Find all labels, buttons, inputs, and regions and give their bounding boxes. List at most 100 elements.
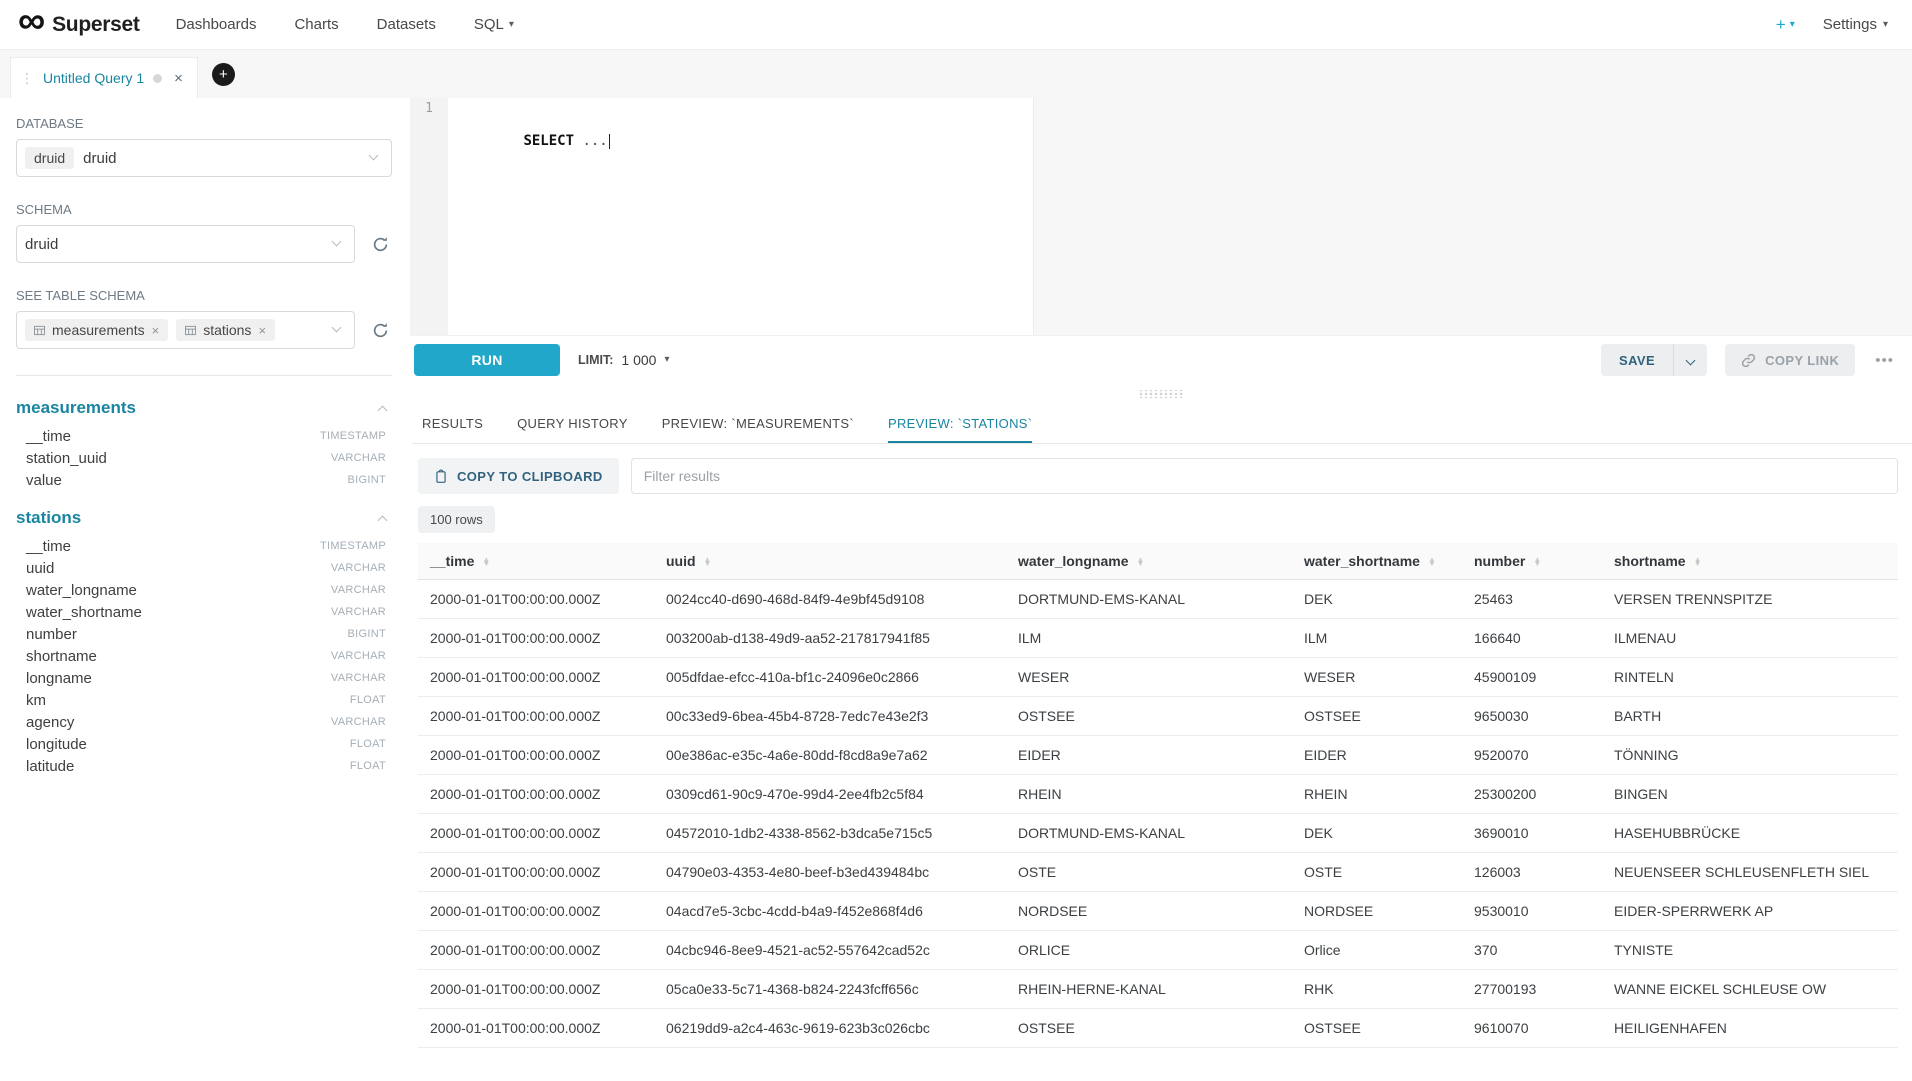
database-tag: druid: [25, 147, 74, 169]
column-header[interactable]: water_shortname▲▼: [1292, 543, 1462, 580]
table-cell: OSTE: [1006, 853, 1292, 892]
save-button[interactable]: SAVE: [1601, 344, 1673, 376]
table-cell: 04790e03-4353-4e80-beef-b3ed439484bc: [654, 853, 1006, 892]
table-name: stations: [16, 508, 81, 528]
sort-icon: ▲▼: [1533, 558, 1541, 567]
column-type: VARCHAR: [331, 716, 386, 728]
table-cell: 2000-01-01T00:00:00.000Z: [418, 1009, 654, 1048]
column-header[interactable]: shortname▲▼: [1602, 543, 1898, 580]
nav-item-datasets[interactable]: Datasets: [377, 16, 436, 33]
table-cell: 2000-01-01T00:00:00.000Z: [418, 775, 654, 814]
column-name: km: [26, 692, 46, 709]
column-header[interactable]: uuid▲▼: [654, 543, 1006, 580]
table-cell: EIDER: [1292, 736, 1462, 775]
column-row: longnameVARCHAR: [16, 667, 392, 689]
results-table: __time▲▼uuid▲▼water_longname▲▼water_shor…: [418, 543, 1898, 1048]
limit-dropdown[interactable]: LIMIT: 1 000 ▾: [578, 352, 670, 368]
column-row: water_longnameVARCHAR: [16, 579, 392, 601]
table-row: 2000-01-01T00:00:00.000Z04790e03-4353-4e…: [418, 853, 1898, 892]
column-type: VARCHAR: [331, 650, 386, 662]
table-section-header[interactable]: stations: [16, 508, 392, 528]
table-cell: 9650030: [1462, 697, 1602, 736]
navbar: ∞ Superset DashboardsChartsDatasetsSQL▾ …: [0, 0, 1912, 50]
table-tag: stations×: [176, 319, 275, 341]
remove-tag-icon[interactable]: ×: [152, 323, 160, 338]
table-select[interactable]: measurements×stations×: [16, 311, 355, 349]
table-cell: DORTMUND-EMS-KANAL: [1006, 814, 1292, 853]
column-row: uuidVARCHAR: [16, 557, 392, 579]
nav-item-sql[interactable]: SQL▾: [474, 16, 514, 33]
sort-icon: ▲▼: [1136, 558, 1144, 567]
column-header[interactable]: water_longname▲▼: [1006, 543, 1292, 580]
nav-item-dashboards[interactable]: Dashboards: [176, 16, 257, 33]
sql-editor[interactable]: 1 SELECT ...: [410, 98, 1912, 336]
results-tabs: RESULTS QUERY HISTORY PREVIEW: `MEASUREMEN…: [412, 404, 1912, 444]
table-cell: WESER: [1006, 658, 1292, 697]
table-cell: 2000-01-01T00:00:00.000Z: [418, 580, 654, 619]
refresh-tables-button[interactable]: [368, 318, 392, 342]
run-button[interactable]: RUN: [414, 344, 560, 376]
refresh-icon: [372, 322, 389, 339]
column-header[interactable]: __time▲▼: [418, 543, 654, 580]
column-header-label: __time: [430, 553, 474, 569]
editor-code[interactable]: SELECT ...: [448, 98, 1912, 335]
copy-to-clipboard-button[interactable]: COPY TO CLIPBOARD: [418, 458, 619, 494]
results-tab[interactable]: PREVIEW: `MEASUREMENTS`: [662, 404, 854, 443]
column-header[interactable]: number▲▼: [1462, 543, 1602, 580]
column-type: BIGINT: [348, 474, 386, 486]
table-icon: [185, 325, 196, 336]
results-tab[interactable]: RESULTS: [422, 404, 483, 443]
table-cell: 00e386ac-e35c-4a6e-80dd-f8cd8a9e7a62: [654, 736, 1006, 775]
table-cell: BARTH: [1602, 697, 1898, 736]
sql-lab-main: 1 SELECT ... RUN LIMIT: 1 000 ▾ SAVE COP…: [410, 98, 1912, 1081]
save-options-button[interactable]: [1673, 344, 1707, 376]
add-tab-button[interactable]: +: [212, 63, 235, 86]
schema-table-list: measurements__timeTIMESTAMPstation_uuidV…: [16, 398, 392, 777]
save-button-group: SAVE: [1601, 344, 1707, 376]
table-cell: 3690010: [1462, 814, 1602, 853]
sort-icon: ▲▼: [704, 558, 712, 567]
table-schema-label: SEE TABLE SCHEMA: [16, 288, 392, 303]
table-cell: NEUENSEER SCHLEUSENFLETH SIEL: [1602, 853, 1898, 892]
more-options-button[interactable]: •••: [1873, 352, 1896, 369]
table-cell: 005dfdae-efcc-410a-bf1c-24096e0c2866: [654, 658, 1006, 697]
results-tab[interactable]: QUERY HISTORY: [517, 404, 628, 443]
nav-item-charts[interactable]: Charts: [294, 16, 338, 33]
table-cell: 2000-01-01T00:00:00.000Z: [418, 970, 654, 1009]
table-cell: 04acd7e5-3cbc-4cdd-b4a9-f452e868f4d6: [654, 892, 1006, 931]
tab-drag-handle-icon[interactable]: ⋮: [20, 70, 34, 87]
settings-menu-button[interactable]: Settings ▾: [1823, 16, 1888, 33]
schema-label: SCHEMA: [16, 202, 392, 217]
table-cell: OSTSEE: [1006, 697, 1292, 736]
database-select[interactable]: druid druid: [16, 139, 392, 177]
results-tab[interactable]: PREVIEW: `STATIONS`: [888, 404, 1032, 443]
table-section-header[interactable]: measurements: [16, 398, 392, 418]
copy-link-button[interactable]: COPY LINK: [1725, 344, 1855, 376]
column-row: station_uuidVARCHAR: [16, 447, 392, 469]
refresh-schema-button[interactable]: [368, 232, 392, 256]
schema-select[interactable]: druid: [16, 225, 355, 263]
table-row: 2000-01-01T00:00:00.000Z00e386ac-e35c-4a…: [418, 736, 1898, 775]
table-cell: HASEHUBBRÜCKE: [1602, 814, 1898, 853]
remove-tag-icon[interactable]: ×: [258, 323, 266, 338]
new-menu-button[interactable]: + ▾: [1776, 15, 1795, 35]
table-cell: RINTELN: [1602, 658, 1898, 697]
table-cell: 2000-01-01T00:00:00.000Z: [418, 697, 654, 736]
query-tab[interactable]: ⋮ Untitled Query 1 ×: [10, 57, 198, 98]
nav-item-label: Dashboards: [176, 16, 257, 33]
query-tab-label: Untitled Query 1: [43, 70, 144, 86]
chevron-down-icon: [332, 237, 342, 247]
table-row: 2000-01-01T00:00:00.000Z0024cc40-d690-46…: [418, 580, 1898, 619]
table-cell: ILM: [1006, 619, 1292, 658]
limit-value: 1 000: [621, 352, 656, 368]
brand[interactable]: ∞ Superset: [18, 13, 140, 37]
column-type: FLOAT: [350, 694, 386, 706]
table-cell: 25300200: [1462, 775, 1602, 814]
table-cell: 00c33ed9-6bea-45b4-8728-7edc7e43e2f3: [654, 697, 1006, 736]
close-tab-icon[interactable]: ×: [174, 70, 183, 87]
table-cell: VERSEN TRENNSPITZE: [1602, 580, 1898, 619]
column-name: value: [26, 472, 62, 489]
pane-resize-handle[interactable]: [410, 384, 1912, 404]
filter-results-input[interactable]: [631, 458, 1898, 494]
table-icon: [185, 325, 196, 336]
